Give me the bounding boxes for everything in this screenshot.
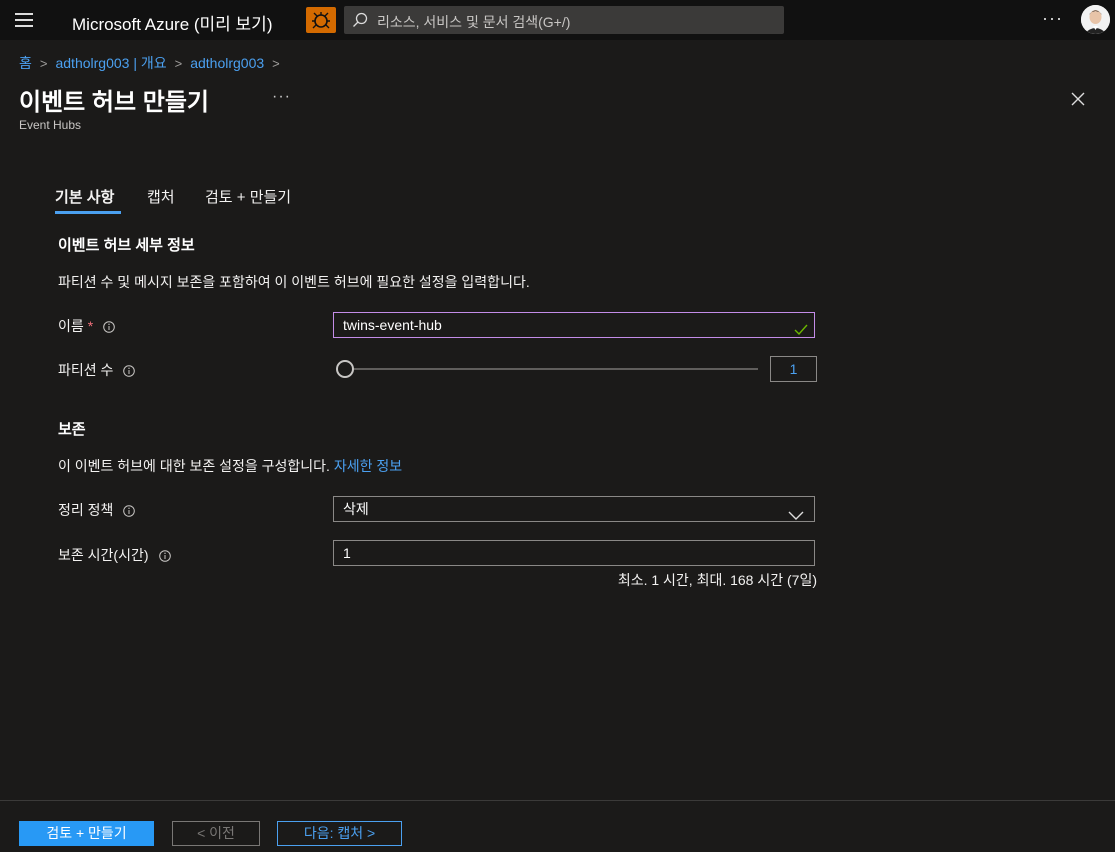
partition-slider-track[interactable] (350, 368, 758, 370)
cleanup-policy-value: 삭제 (343, 501, 369, 517)
name-input-value: twins-event-hub (343, 317, 442, 333)
breadcrumb-rg[interactable]: adtholrg003 (190, 55, 264, 71)
cleanup-policy-select[interactable]: 삭제 (333, 496, 815, 522)
tab-active-indicator (55, 211, 121, 214)
breadcrumb-rg-overview[interactable]: adtholrg003 | 개요 (55, 55, 166, 71)
info-icon[interactable] (158, 549, 171, 562)
top-bar: Microsoft Azure (미리 보기) 리소스, 서비스 및 문서 검색… (0, 0, 1115, 40)
info-icon[interactable] (103, 320, 116, 333)
retention-section-title: 보존 (58, 421, 86, 438)
search-box[interactable]: 리소스, 서비스 및 문서 검색(G+/) (344, 6, 784, 34)
name-label: 이름 * (58, 316, 116, 336)
avatar[interactable] (1081, 5, 1110, 34)
menu-icon[interactable] (15, 13, 33, 27)
next-capture-button[interactable]: 다음: 캡처 > (277, 821, 402, 846)
learn-more-link[interactable]: 자세한 정보 (334, 458, 402, 474)
chevron-right-icon: > (272, 56, 280, 71)
retention-time-label-text: 보존 시간(시간) (58, 547, 149, 563)
chevron-right-icon: > (39, 56, 48, 71)
tab-review-create[interactable]: 검토 + 만들기 (205, 186, 291, 207)
info-icon[interactable] (123, 364, 136, 377)
portal-brand[interactable]: Microsoft Azure (미리 보기) (72, 10, 272, 35)
retention-description: 이 이벤트 허브에 대한 보존 설정을 구성합니다. 자세한 정보 (58, 456, 402, 476)
name-label-text: 이름 (58, 318, 84, 334)
cleanup-policy-label-text: 정리 정책 (58, 502, 114, 518)
retention-time-hint: 최소. 1 시간, 최대. 168 시간 (7일) (617, 572, 817, 588)
page-title: 이벤트 허브 만들기 (19, 89, 209, 116)
tab-capture[interactable]: 캡처 (147, 186, 175, 207)
retention-time-value: 1 (343, 545, 351, 561)
cleanup-policy-label: 정리 정책 (58, 500, 136, 520)
retention-time-input[interactable]: 1 (333, 540, 815, 566)
required-marker: * (87, 318, 94, 334)
tab-basics[interactable]: 기본 사항 (55, 186, 114, 207)
review-create-button[interactable]: 검토 + 만들기 (19, 821, 154, 846)
partition-label: 파티션 수 (58, 360, 136, 380)
retention-description-text: 이 이벤트 허브에 대한 보존 설정을 구성합니다. (58, 458, 330, 474)
chevron-down-icon (788, 504, 804, 528)
page-subtitle: Event Hubs (19, 118, 82, 132)
close-icon[interactable] (1069, 90, 1087, 108)
breadcrumb: 홈 > adtholrg003 | 개요 > adtholrg003 > (19, 53, 288, 73)
title-more-icon[interactable]: ··· (272, 88, 291, 106)
partition-count-input[interactable]: 1 (770, 356, 817, 382)
partition-label-text: 파티션 수 (58, 362, 114, 378)
name-input[interactable]: twins-event-hub (333, 312, 815, 338)
chevron-right-icon: > (174, 56, 183, 71)
more-options-icon[interactable]: ··· (1042, 8, 1063, 29)
previous-button[interactable]: < 이전 (172, 821, 260, 846)
bug-icon[interactable] (306, 7, 336, 33)
partition-slider-handle[interactable] (336, 360, 354, 378)
footer-divider (0, 800, 1115, 801)
info-icon[interactable] (123, 504, 136, 517)
details-description: 파티션 수 및 메시지 보존을 포함하여 이 이벤트 허브에 필요한 설정을 입… (58, 274, 530, 290)
search-placeholder: 리소스, 서비스 및 문서 검색(G+/) (377, 14, 571, 30)
retention-time-label: 보존 시간(시간) (58, 545, 171, 565)
breadcrumb-home[interactable]: 홈 (19, 55, 32, 71)
checkmark-icon (794, 319, 808, 343)
search-icon (352, 12, 368, 31)
details-section-title: 이벤트 허브 세부 정보 (58, 237, 195, 254)
